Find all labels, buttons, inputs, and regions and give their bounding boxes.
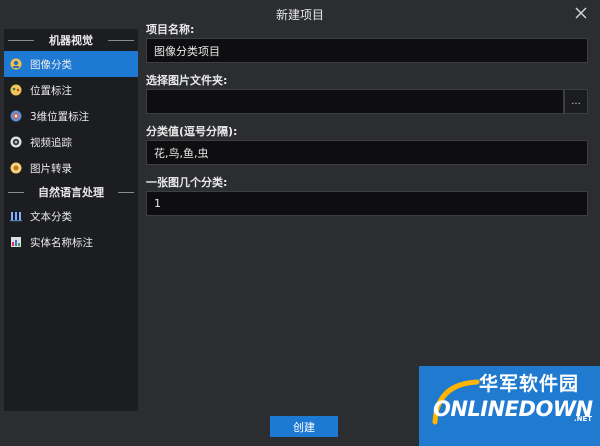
categories-input[interactable]: 花,鸟,鱼,虫 [146, 140, 588, 165]
sidebar-item-entity-name-label[interactable]: 实体名称标注 [4, 229, 138, 255]
group-label: 自然语言处理 [38, 186, 104, 199]
create-button[interactable]: 创建 [270, 416, 338, 437]
sidebar-item-video-tracking[interactable]: 视频追踪 [4, 129, 138, 155]
sidebar-item-position-label[interactable]: 位置标注 [4, 77, 138, 103]
project-form: 项目名称: 图像分类项目 选择图片文件夹: ... 分类值(逗号分隔): 花,鸟… [146, 22, 588, 216]
sidebar-item-image-classify[interactable]: 图像分类 [4, 51, 138, 77]
window-title: 新建项目 [275, 8, 324, 22]
categories-label: 分类值(逗号分隔): [146, 125, 238, 138]
browse-folder-button[interactable]: ... [564, 89, 588, 114]
sidebar-item-text-classify[interactable]: 文本分类 [4, 203, 138, 229]
sidebar-item-image-transcribe[interactable]: 图片转录 [4, 155, 138, 181]
position-label-icon [10, 84, 22, 96]
sidebar-item-label: 图像分类 [30, 58, 72, 71]
image-classify-icon [10, 58, 22, 70]
project-name-label: 项目名称: [146, 23, 195, 36]
divider [108, 40, 134, 41]
3d-position-label-icon [10, 110, 22, 122]
watermark-en-text: ONLINEDOWN [433, 397, 593, 421]
video-tracking-icon [10, 136, 22, 148]
sidebar-item-label: 视频追踪 [30, 136, 72, 149]
sidebar-item-label: 文本分类 [30, 210, 72, 223]
group-header-machine-vision: 机器视觉 [4, 29, 138, 51]
text-classify-icon [10, 210, 22, 222]
sidebar-item-label: 实体名称标注 [30, 236, 93, 249]
divider [8, 40, 34, 41]
group-header-nlp: 自然语言处理 [4, 181, 138, 203]
group-label: 机器视觉 [49, 34, 93, 47]
divider [118, 192, 134, 193]
per-image-count-input[interactable]: 1 [146, 191, 588, 216]
folder-input[interactable] [146, 89, 564, 114]
project-name-input[interactable]: 图像分类项目 [146, 38, 588, 63]
watermark-suffix: .NET [574, 415, 593, 423]
project-type-sidebar: 机器视觉 图像分类 位置标注 3维位置标注 视频追踪 图片转录 自然语言处理 文… [4, 29, 138, 411]
close-icon[interactable] [572, 4, 590, 22]
per-image-count-label: 一张图几个分类: [146, 176, 228, 189]
entity-name-label-icon [10, 236, 22, 248]
folder-label: 选择图片文件夹: [146, 74, 228, 87]
folder-row: ... [146, 89, 588, 114]
image-transcribe-icon [10, 162, 22, 174]
sidebar-item-label: 位置标注 [30, 84, 72, 97]
sidebar-item-3d-position-label[interactable]: 3维位置标注 [4, 103, 138, 129]
sidebar-item-label: 3维位置标注 [30, 110, 90, 123]
watermark-logo: 华军软件园 ONLINEDOWN .NET [419, 366, 600, 446]
sidebar-item-label: 图片转录 [30, 162, 72, 175]
divider [8, 192, 24, 193]
watermark-cn-text: 华军软件园 [479, 373, 580, 395]
